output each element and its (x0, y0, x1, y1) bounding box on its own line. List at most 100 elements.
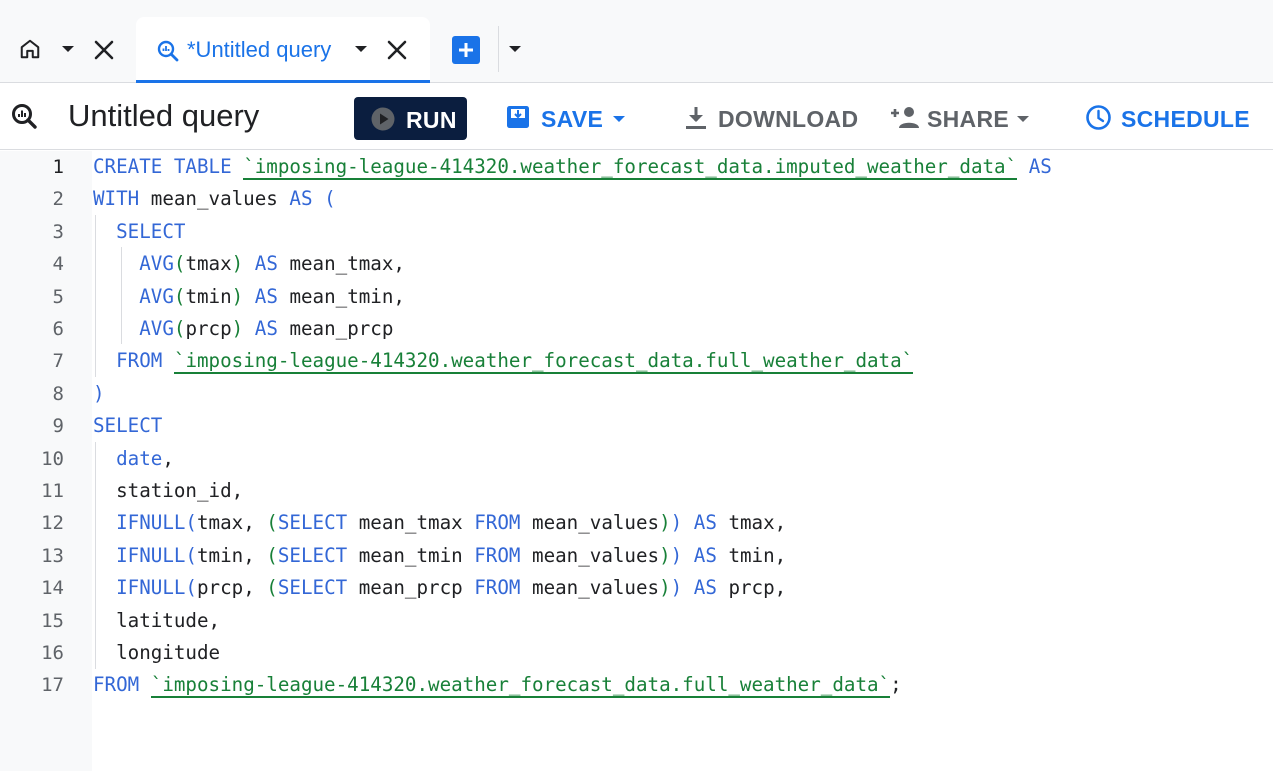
active-tab-indicator (136, 80, 430, 83)
line-number: 2 (52, 188, 64, 211)
save-label: SAVE (541, 106, 604, 132)
code-token: mean_values (520, 576, 660, 600)
tab-untitled-query[interactable]: *Untitled query (136, 17, 430, 83)
sql-keyword: AVG (139, 252, 174, 276)
code-line[interactable]: AVG(tmax) AS mean_tmax, (93, 248, 405, 280)
home-icon[interactable] (19, 38, 41, 60)
line-number: 11 (41, 480, 64, 502)
save-button[interactable]: SAVE (505, 97, 631, 140)
line-number: 6 (52, 318, 64, 340)
sql-keyword: AS (254, 252, 278, 276)
code-token: ) (659, 511, 671, 535)
code-line[interactable]: AVG(tmin) AS mean_tmin, (93, 281, 405, 313)
sql-keyword: IFNULL (116, 511, 186, 535)
code-token: ( (173, 252, 186, 276)
query-icon (157, 40, 179, 62)
code-line[interactable]: IFNULL(tmin, (SELECT mean_tmin FROM mean… (93, 540, 786, 572)
download-icon (686, 107, 706, 129)
code-line[interactable]: IFNULL(tmax, (SELECT mean_tmax FROM mean… (93, 507, 786, 539)
divider (498, 26, 499, 72)
code-line[interactable]: ) (93, 378, 105, 410)
sql-keyword: AS (693, 511, 717, 535)
code-token: ) (231, 252, 244, 276)
table-reference: `imposing-league-414320.weather_forecast… (150, 673, 891, 699)
code-token: ) (231, 317, 244, 340)
code-token: longitude (93, 641, 221, 664)
code-line[interactable]: FROM `imposing-league-414320.weather_for… (93, 345, 914, 377)
sql-keyword: AS (693, 543, 717, 567)
code-token: tmax, (716, 511, 787, 535)
line-number: 15 (41, 609, 64, 632)
code-token: ( (185, 543, 197, 567)
line-number: 3 (52, 220, 64, 243)
sql-keyword: date (116, 446, 163, 470)
save-dropdown-icon[interactable] (612, 114, 626, 124)
table-reference: `imposing-league-414320.weather_forecast… (173, 349, 914, 375)
code-token: mean_values (139, 187, 290, 211)
plus-icon (459, 43, 473, 57)
code-line[interactable]: AVG(prcp) AS mean_prcp (93, 313, 393, 345)
code-line[interactable]: longitude (93, 637, 220, 669)
code-token: mean_tmax, (277, 252, 405, 276)
sql-keyword: AS (1028, 155, 1052, 178)
code-line[interactable]: CREATE TABLE `imposing-league-414320.wea… (93, 151, 1052, 183)
code-line[interactable]: SELECT (93, 216, 185, 248)
home-tab-dropdown-icon[interactable] (61, 44, 75, 54)
code-line[interactable]: latitude, (93, 605, 220, 637)
code-token: ) (670, 511, 683, 535)
code-token: mean_prcp (277, 317, 394, 340)
add-person-icon (891, 107, 919, 128)
code-line[interactable]: FROM `imposing-league-414320.weather_for… (93, 669, 902, 701)
line-number: 7 (52, 350, 64, 373)
line-number: 13 (41, 544, 64, 567)
add-tab-button[interactable] (452, 36, 480, 64)
code-line[interactable]: station_id, (93, 475, 243, 507)
code-line[interactable]: WITH mean_values AS ( (93, 183, 336, 215)
code-token: latitude, (93, 608, 221, 632)
code-line[interactable]: SELECT (93, 410, 162, 442)
code-token: station_id, (93, 479, 244, 502)
line-number: 1 (52, 156, 64, 178)
line-number: 17 (41, 674, 64, 697)
tab-title: *Untitled query (187, 37, 332, 62)
code-token: tmin, (196, 543, 267, 567)
add-tab-dropdown-icon[interactable] (508, 44, 522, 54)
share-dropdown-icon[interactable] (1016, 114, 1030, 124)
sql-keyword: FROM (474, 576, 521, 600)
sql-keyword: IFNULL (116, 543, 186, 567)
sql-keyword: SELECT (277, 576, 348, 600)
query-tab-close-icon[interactable] (386, 39, 408, 61)
run-button[interactable]: RUN (354, 97, 467, 140)
schedule-label: SCHEDULE (1121, 106, 1250, 132)
code-token: ) (670, 543, 683, 567)
share-button[interactable]: SHARE (890, 97, 1035, 140)
code-token: mean_tmin, (277, 284, 405, 308)
sql-keyword: WITH (93, 187, 140, 211)
line-number: 5 (52, 285, 64, 308)
query-tab-dropdown-icon[interactable] (354, 44, 368, 54)
download-button[interactable]: DOWNLOAD (683, 97, 858, 140)
code-line[interactable]: IFNULL(prcp, (SELECT mean_prcp FROM mean… (93, 572, 786, 604)
schedule-button[interactable]: SCHEDULE (1085, 97, 1250, 140)
code-token: ( (185, 576, 197, 600)
code-line[interactable]: date, (93, 443, 174, 475)
table-reference: `imposing-league-414320.weather_forecast… (243, 155, 1018, 180)
sql-keyword: SELECT (93, 414, 163, 438)
code-token: ) (659, 576, 671, 600)
home-tab-close-icon[interactable] (93, 39, 115, 61)
sql-editor[interactable]: 1 2 3 4 5 6 7 8 9 10 11 12 13 14 15 16 17 CREATE TABLE `… (0, 151, 1273, 771)
